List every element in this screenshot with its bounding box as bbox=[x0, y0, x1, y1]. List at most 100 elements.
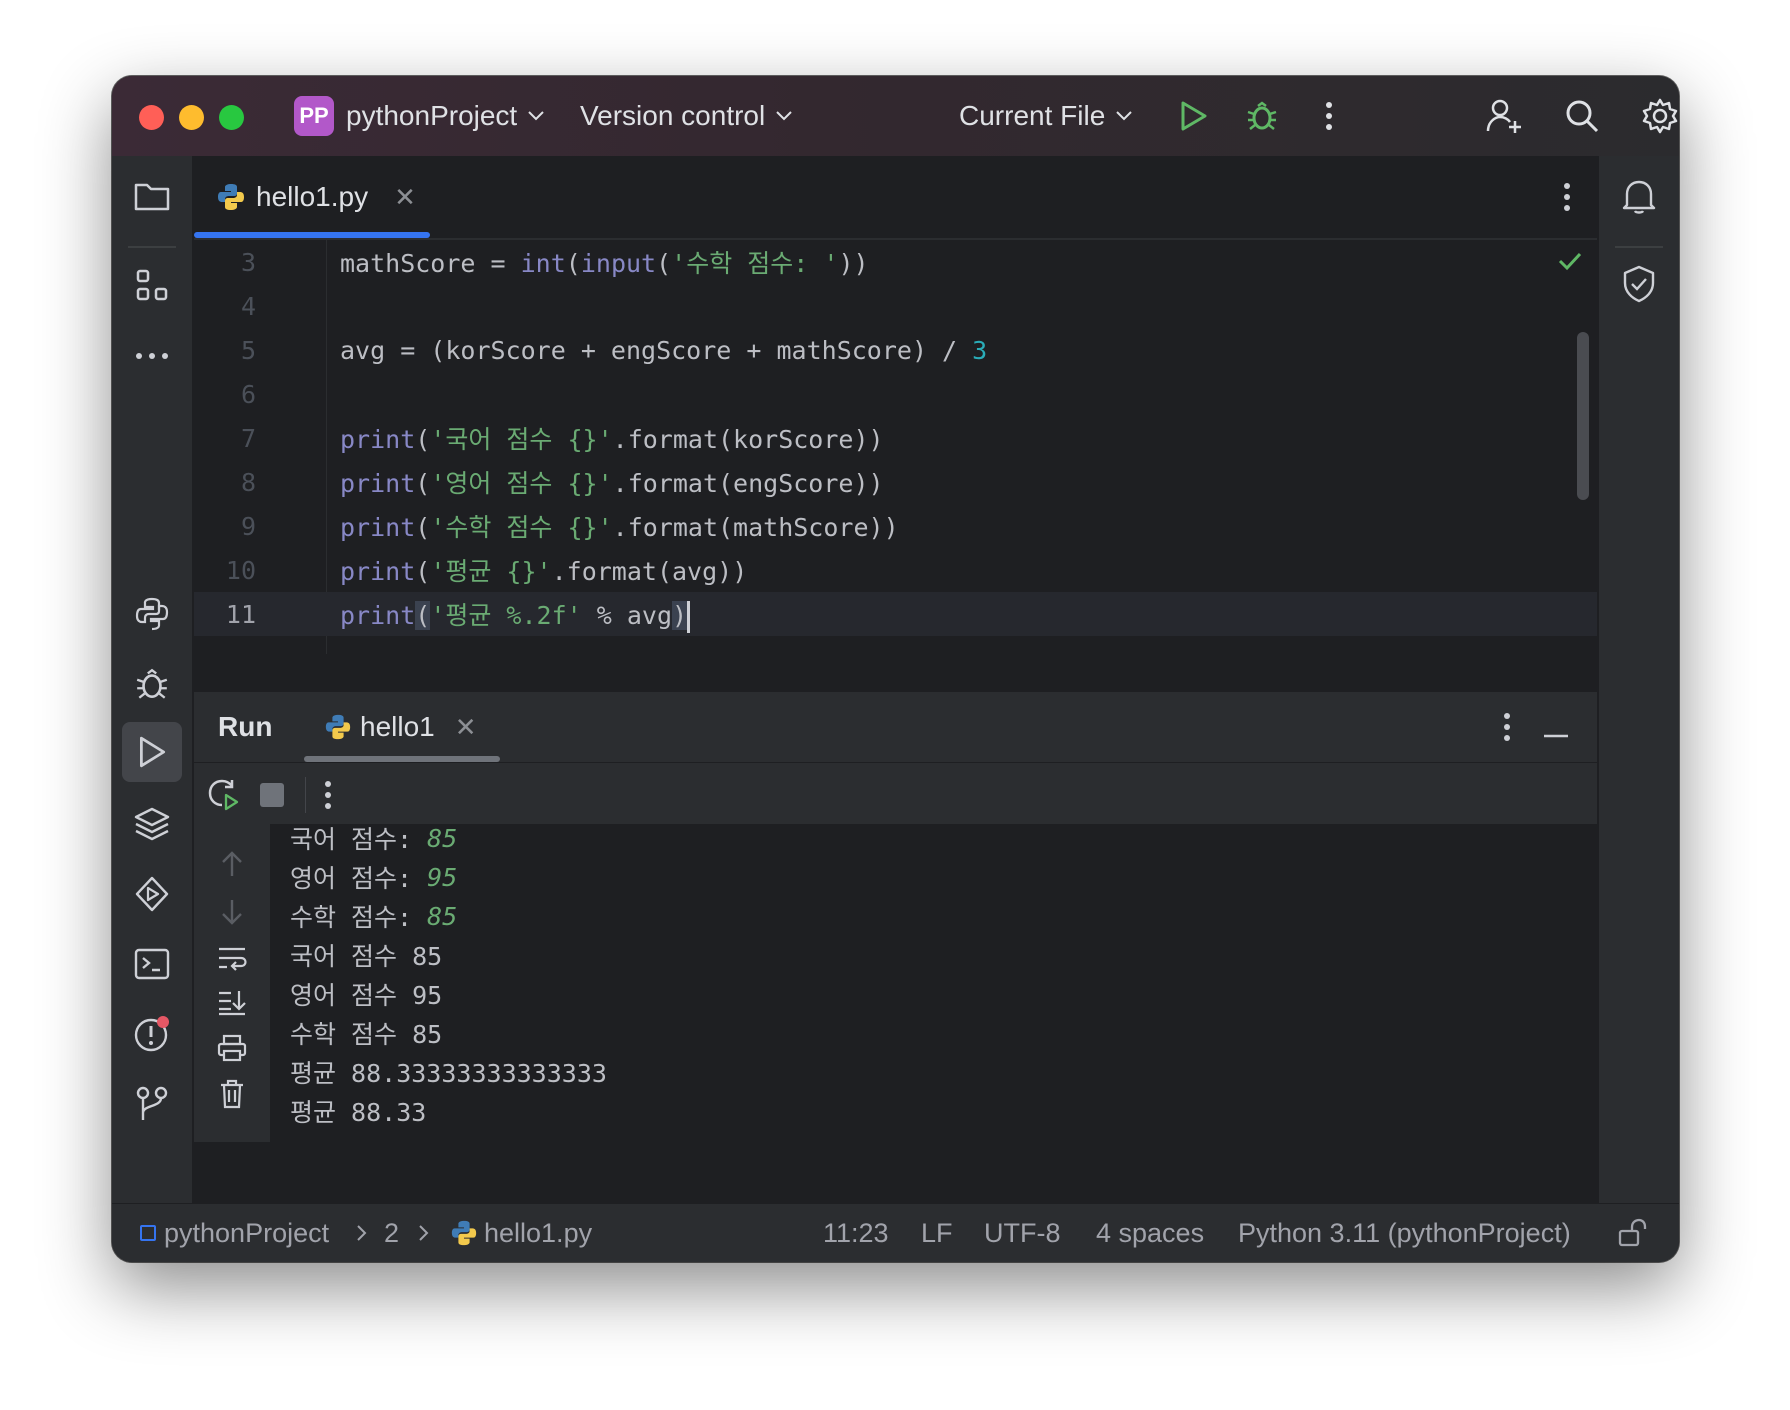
arrow-up-icon bbox=[222, 851, 242, 876]
project-tool-button[interactable] bbox=[130, 174, 174, 218]
more-vertical-icon bbox=[1564, 183, 1570, 211]
run-more-button[interactable] bbox=[1503, 712, 1511, 747]
close-window-button[interactable] bbox=[139, 105, 164, 130]
vcs-selector[interactable]: Version control bbox=[580, 76, 793, 156]
more-vertical-icon bbox=[1326, 102, 1332, 130]
hide-panel-button[interactable] bbox=[1543, 725, 1569, 743]
rerun-button[interactable] bbox=[206, 777, 240, 816]
scroll-to-end-icon bbox=[219, 991, 246, 1016]
security-tool-button[interactable] bbox=[1617, 262, 1661, 306]
run-tab-hello1[interactable]: hello1 ✕ bbox=[324, 692, 477, 762]
problems-tool-button[interactable] bbox=[130, 1012, 174, 1056]
structure-icon bbox=[136, 269, 168, 301]
code-text: print('국어 점수 {}'.format(korScore)) bbox=[340, 425, 884, 454]
title-bar: PP pythonProject Version control Current… bbox=[112, 76, 1679, 156]
console-user-input: 95 bbox=[427, 862, 458, 892]
services-tool-button[interactable] bbox=[130, 872, 174, 916]
debug-button[interactable] bbox=[1242, 96, 1282, 136]
console-output: 영어 점수 95 bbox=[290, 981, 443, 1010]
line-ending[interactable]: LF bbox=[921, 1204, 953, 1262]
chevron-down-icon bbox=[528, 111, 544, 121]
clear-console-button[interactable] bbox=[212, 1074, 252, 1114]
terminal-tool-button[interactable] bbox=[130, 942, 174, 986]
services-icon bbox=[135, 876, 169, 912]
python-packages-tool-button[interactable] bbox=[130, 802, 174, 846]
structure-tool-button[interactable] bbox=[130, 264, 174, 308]
wrap-icon bbox=[219, 947, 247, 971]
close-tab-icon[interactable]: ✕ bbox=[394, 182, 416, 213]
code-editor[interactable]: 3 mathScore = int(input('수학 점수: ')) 4 5 … bbox=[194, 240, 1597, 654]
console-line: 영어 점수: 95 bbox=[290, 855, 457, 899]
debug-tool-button[interactable] bbox=[130, 662, 174, 706]
print-button[interactable] bbox=[212, 1028, 252, 1068]
soft-wrap-button[interactable] bbox=[212, 938, 252, 978]
zoom-window-button[interactable] bbox=[219, 105, 244, 130]
console-actions-gutter bbox=[194, 824, 270, 1142]
vcs-label: Version control bbox=[580, 100, 766, 131]
status-bar: pythonProject 2 hello1.py 11:23 LF UTF-8… bbox=[112, 1203, 1679, 1262]
readonly-toggle[interactable] bbox=[1617, 1204, 1647, 1262]
python-interpreter[interactable]: Python 3.11 (pythonProject) bbox=[1238, 1204, 1571, 1262]
more-tools-button[interactable] bbox=[130, 334, 174, 378]
tab-more-button[interactable] bbox=[1563, 182, 1571, 217]
play-icon bbox=[1181, 101, 1207, 131]
minimize-icon bbox=[1544, 734, 1568, 738]
settings-button[interactable] bbox=[1640, 96, 1679, 136]
editor-scrollbar[interactable] bbox=[1577, 332, 1589, 500]
python-file-icon bbox=[218, 184, 244, 210]
code-with-me-button[interactable] bbox=[1484, 96, 1524, 136]
project-badge: PP bbox=[294, 96, 334, 136]
breadcrumb-project[interactable]: pythonProject bbox=[140, 1204, 329, 1262]
breadcrumb-separator bbox=[356, 1204, 368, 1262]
stop-button[interactable] bbox=[260, 783, 284, 807]
file-encoding[interactable]: UTF-8 bbox=[984, 1204, 1061, 1262]
scroll-up-button[interactable] bbox=[212, 844, 252, 884]
git-tool-button[interactable] bbox=[130, 1082, 174, 1126]
scroll-down-button[interactable] bbox=[212, 892, 252, 932]
close-run-tab-icon[interactable]: ✕ bbox=[455, 712, 477, 743]
console-line: 국어 점수: 85 bbox=[290, 816, 457, 860]
run-toolbar-more-button[interactable] bbox=[324, 780, 332, 815]
breadcrumb-project-label: pythonProject bbox=[164, 1217, 330, 1248]
ide-window: PP pythonProject Version control Current… bbox=[112, 76, 1679, 1262]
indent-setting[interactable]: 4 spaces bbox=[1096, 1204, 1204, 1262]
python-console-tool-button[interactable] bbox=[130, 592, 174, 636]
run-config-selector[interactable]: Current File bbox=[959, 76, 1133, 156]
bug-icon bbox=[136, 668, 168, 699]
minimize-window-button[interactable] bbox=[179, 105, 204, 130]
caret-position[interactable]: 11:23 bbox=[823, 1204, 889, 1262]
add-user-icon bbox=[1486, 99, 1521, 133]
chevron-down-icon bbox=[1116, 111, 1132, 121]
console-line: 국어 점수 85 bbox=[290, 933, 442, 977]
code-line: 4 bbox=[194, 284, 1597, 328]
editor-tab-label: hello1.py bbox=[256, 181, 369, 212]
editor-tab-hello1[interactable]: hello1.py ✕ bbox=[216, 156, 416, 238]
trash-icon bbox=[221, 1079, 243, 1109]
run-panel-title: Run bbox=[218, 711, 273, 742]
console-line: 평균 88.33 bbox=[290, 1089, 426, 1133]
project-module-icon bbox=[140, 1225, 156, 1241]
run-button[interactable] bbox=[1174, 96, 1214, 136]
code-line: 6 bbox=[194, 372, 1597, 416]
search-button[interactable] bbox=[1562, 96, 1602, 136]
code-line: 3 mathScore = int(input('수학 점수: ')) bbox=[194, 240, 1597, 284]
more-actions-button[interactable] bbox=[1309, 96, 1349, 136]
run-tool-button[interactable] bbox=[122, 722, 182, 782]
notifications-button[interactable] bbox=[1617, 174, 1661, 218]
more-horizontal-icon bbox=[136, 353, 168, 359]
run-console[interactable]: 국어 점수: 85 영어 점수: 95 수학 점수: 85 국어 점수 85 영… bbox=[194, 824, 1597, 1142]
console-line: 평균 88.33333333333333 bbox=[290, 1050, 607, 1094]
breadcrumb-folder[interactable]: 2 bbox=[384, 1204, 399, 1262]
scroll-to-end-button[interactable] bbox=[212, 982, 252, 1022]
line-number: 8 bbox=[240, 467, 256, 497]
project-selector[interactable]: PP pythonProject bbox=[294, 76, 545, 156]
code-text: print('평균 %.2f' % avg) bbox=[340, 596, 691, 633]
branch-icon bbox=[136, 1086, 168, 1120]
breadcrumb-file[interactable]: hello1.py bbox=[450, 1204, 592, 1262]
editor-tab-bar: hello1.py ✕ bbox=[194, 156, 1597, 240]
play-icon bbox=[139, 736, 166, 768]
separator bbox=[128, 246, 176, 248]
line-number: 4 bbox=[240, 291, 256, 321]
shield-check-icon bbox=[1623, 265, 1655, 303]
check-icon bbox=[1558, 252, 1582, 271]
